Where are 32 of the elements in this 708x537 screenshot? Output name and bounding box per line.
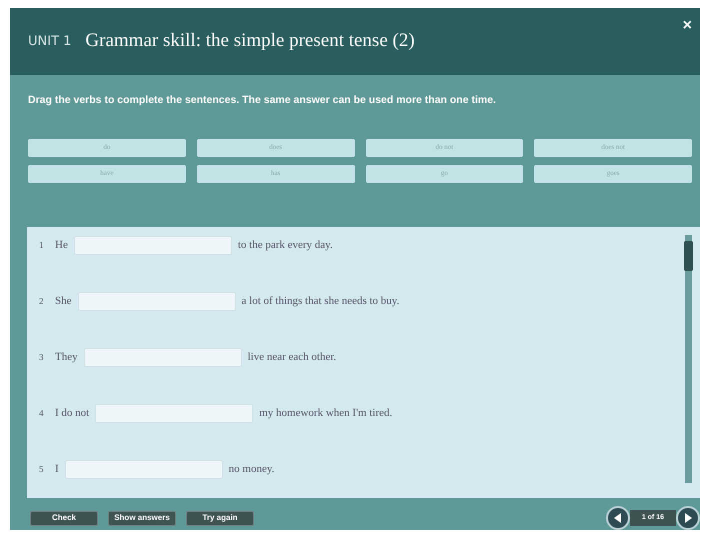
sentence-text: a lot of things that she needs to buy. bbox=[242, 294, 400, 310]
item-number: 2 bbox=[39, 294, 44, 308]
action-button[interactable]: Show answers bbox=[108, 510, 176, 526]
sentence-text: live near each other. bbox=[248, 350, 336, 366]
sentence-text: He bbox=[55, 238, 68, 254]
sentence-text: I bbox=[55, 462, 59, 478]
answer-box[interactable] bbox=[78, 292, 236, 312]
item-number: 4 bbox=[39, 406, 44, 420]
sentence-text: to the park every day. bbox=[238, 238, 333, 254]
close-button[interactable]: × bbox=[682, 18, 692, 34]
answer-box[interactable] bbox=[74, 236, 232, 256]
answer-box[interactable] bbox=[84, 348, 242, 368]
instruction-text: Drag the verbs to complete the sentences. The same answer can be used more than one time. bbox=[27, 92, 497, 108]
previous-button[interactable] bbox=[606, 506, 630, 530]
sentence-text: They bbox=[55, 350, 78, 366]
next-button[interactable] bbox=[676, 506, 700, 530]
item-number: 1 bbox=[39, 238, 44, 252]
sentence-text: She bbox=[55, 294, 72, 310]
unit-label: UNIT 1 bbox=[28, 32, 72, 51]
answer-box[interactable] bbox=[64, 460, 223, 480]
arrow-right-icon bbox=[683, 513, 693, 523]
sentence-text: I do not bbox=[55, 406, 90, 422]
item-number: 5 bbox=[39, 462, 44, 476]
arrow-left-icon bbox=[612, 513, 623, 523]
sentence-text: no money. bbox=[228, 462, 274, 478]
answer-box[interactable] bbox=[95, 404, 254, 424]
sentence-text: my homework when I'm tired. bbox=[259, 406, 392, 422]
action-button[interactable]: Check bbox=[30, 510, 98, 526]
scrollbar-thumb[interactable] bbox=[684, 240, 693, 271]
item-number: 3 bbox=[39, 350, 44, 364]
action-button[interactable]: Try again bbox=[186, 510, 254, 526]
page-title: Grammar skill: the simple present tense (2) bbox=[85, 29, 415, 54]
